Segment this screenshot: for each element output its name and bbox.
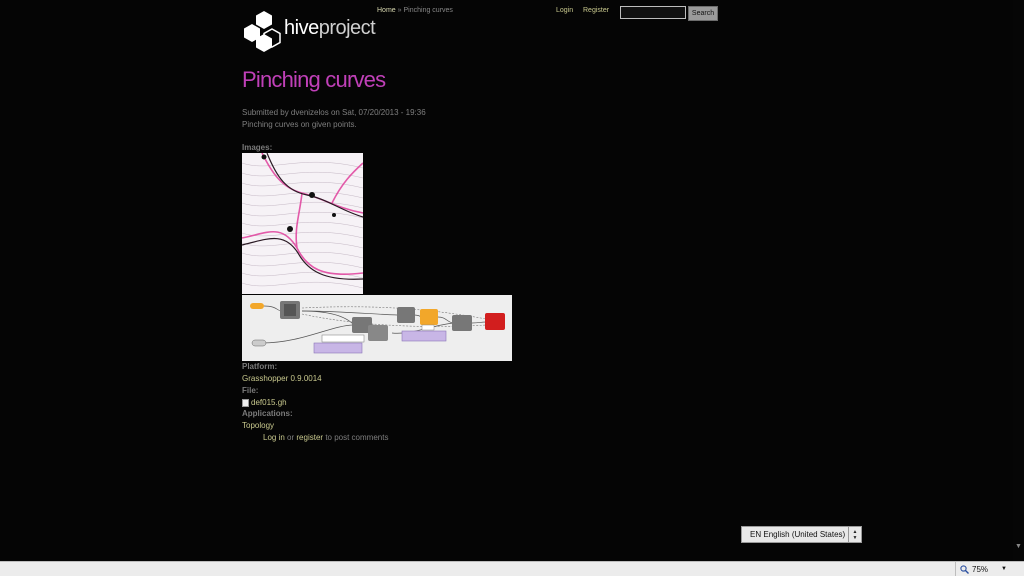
applications-label: Applications: [242,409,293,418]
submitted-info: Submitted by dvenizelos on Sat, 07/20/20… [242,108,426,117]
logo-wordmark: hiveproject [284,17,376,39]
search-input[interactable] [620,6,686,19]
comment-tail-text: to post comments [325,433,389,442]
zoom-dropdown-icon[interactable]: ▼ [1001,566,1007,572]
platform-link[interactable]: Grasshopper 0.9.0014 [242,374,322,383]
login-link[interactable]: Login [556,7,573,14]
zoom-magnifier-icon [960,564,969,574]
applications-link[interactable]: Topology [242,421,274,430]
platform-label: Platform: [242,362,278,371]
search-button[interactable]: Search [688,6,718,21]
zoom-level: 75% [972,564,989,574]
language-selected-value: EN English (United States) [742,527,849,542]
vertical-scrollbar[interactable]: ▼ [1013,0,1024,561]
breadcrumb-home-link[interactable]: Home [377,7,396,14]
node-description: Pinching curves on given points. [242,120,357,129]
breadcrumb-separator: » [397,7,402,14]
images-label: Images: [242,143,273,152]
hexagon-logo-icon [244,11,281,52]
zoom-control[interactable]: 75% ▼ [955,562,1019,576]
breadcrumb: Home » Pinching curves [377,7,453,14]
language-select[interactable]: EN English (United States) ▲ ▼ [741,526,862,543]
comment-register-link[interactable]: register [296,433,323,442]
browser-status-bar: 75% ▼ [0,561,1024,576]
comment-or-text: or [287,433,295,442]
file-icon [242,398,249,407]
file-download-link[interactable]: def015.gh [251,398,287,407]
grasshopper-definition-image[interactable] [242,295,512,361]
register-link[interactable]: Register [583,7,609,14]
file-label: File: [242,386,259,395]
page-title: Pinching curves [242,67,386,92]
comment-login-link[interactable]: Log in [263,433,285,442]
updown-arrows-icon[interactable]: ▲ ▼ [849,527,861,542]
pinching-curves-image[interactable] [242,153,363,294]
scroll-down-arrow-icon[interactable]: ▼ [1013,543,1024,553]
hiveproject-logo[interactable]: hiveproject [242,10,376,52]
comment-prompt: Log in or register to post comments [263,433,388,442]
file-attachment: def015.gh [242,398,287,407]
breadcrumb-current: Pinching curves [403,7,453,14]
